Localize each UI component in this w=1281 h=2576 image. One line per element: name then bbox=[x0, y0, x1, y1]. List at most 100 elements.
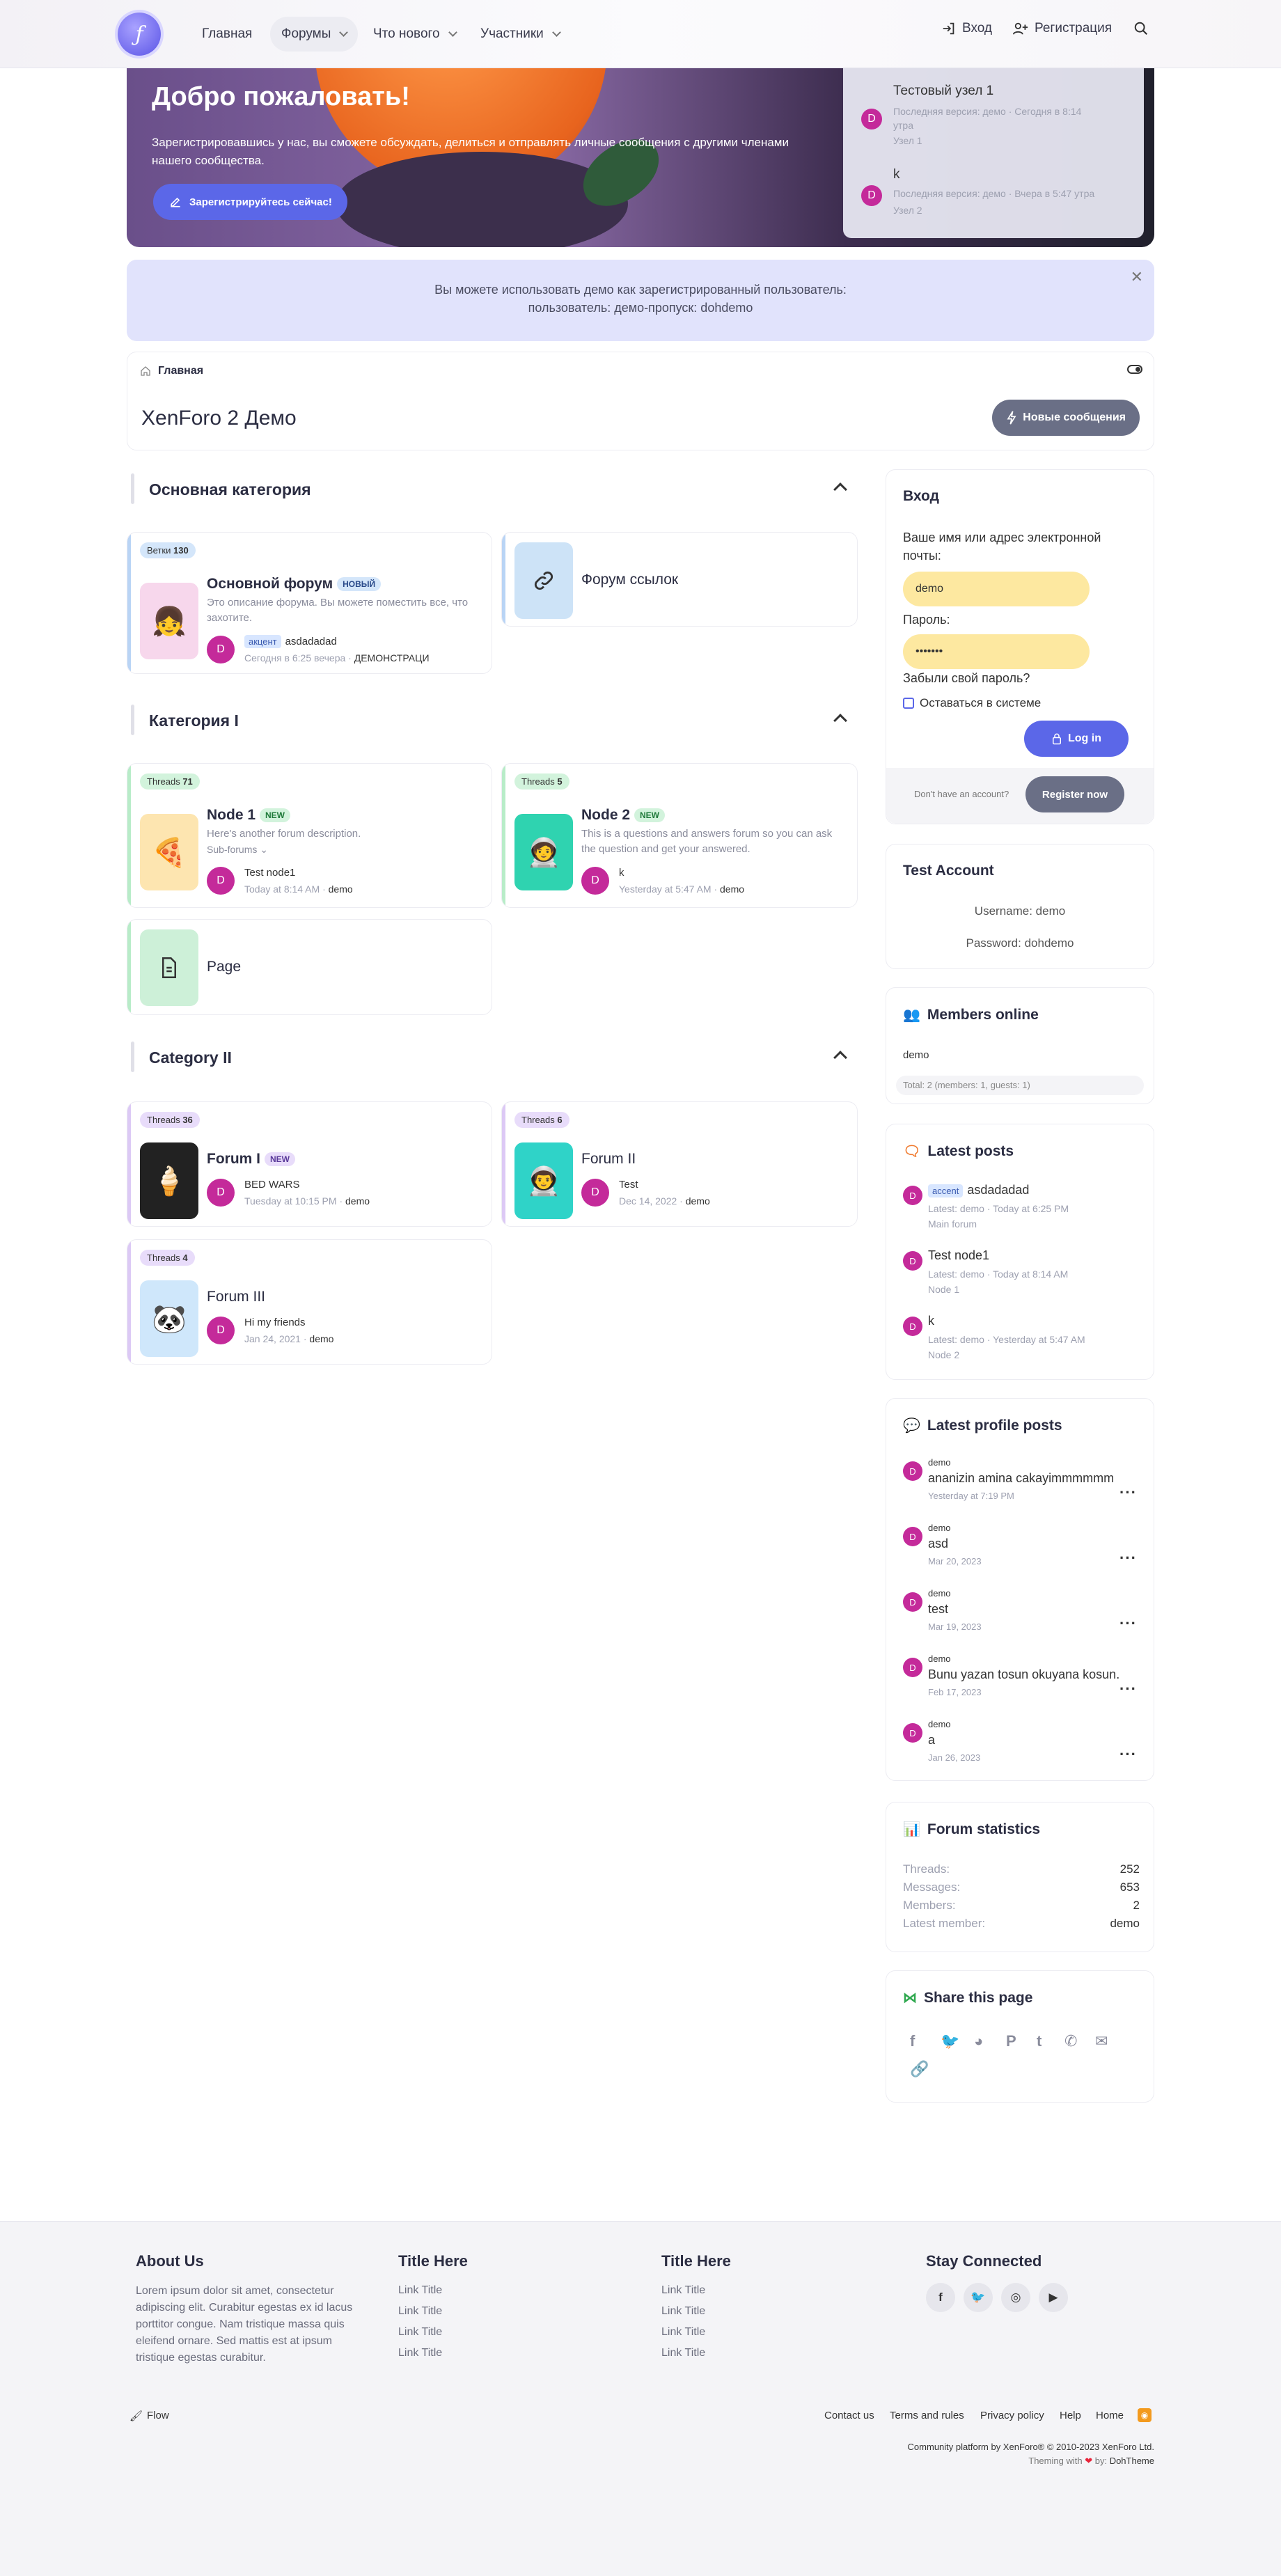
register-now-sidebar-button[interactable]: Register now bbox=[1025, 776, 1124, 812]
footer-link[interactable]: Link Title bbox=[661, 2305, 705, 2318]
style-chooser[interactable]: 🖌 Flow bbox=[129, 2410, 169, 2422]
facebook-icon[interactable]: f bbox=[926, 2283, 955, 2312]
rss-icon[interactable]: ◉ bbox=[1138, 2408, 1152, 2422]
instagram-icon[interactable]: ◎ bbox=[1001, 2283, 1030, 2312]
post-title[interactable]: k bbox=[928, 1314, 934, 1328]
footer-link[interactable]: Link Title bbox=[661, 2347, 705, 2359]
members-online-title[interactable]: Members online bbox=[927, 1007, 1039, 1023]
search-button[interactable] bbox=[1133, 21, 1149, 36]
post-forum[interactable]: Node 2 bbox=[928, 1347, 959, 1362]
post-title[interactable]: accent asdadadad bbox=[928, 1183, 1029, 1197]
footer-link[interactable]: Link Title bbox=[398, 2326, 442, 2339]
avatar[interactable]: D bbox=[903, 1723, 922, 1743]
profile-post-user[interactable]: demo bbox=[928, 1654, 951, 1664]
last-post-title-text[interactable]: asdadadad bbox=[285, 636, 337, 647]
checkbox[interactable] bbox=[903, 698, 914, 709]
hero-item-node[interactable]: Узел 2 bbox=[893, 203, 1123, 217]
avatar[interactable]: D bbox=[903, 1461, 922, 1481]
category-header[interactable]: Категория I bbox=[127, 700, 858, 739]
last-post-title[interactable]: k bbox=[619, 867, 624, 879]
chevron-up-icon[interactable] bbox=[833, 714, 847, 728]
category-title[interactable]: Category II bbox=[149, 1049, 232, 1067]
hero-item-title[interactable]: Тестовый узел 1 bbox=[893, 84, 993, 99]
post-title[interactable]: Test node1 bbox=[928, 1248, 989, 1263]
register-now-button[interactable]: Зарегистрируйтесь сейчас! bbox=[153, 184, 347, 220]
more-options-icon[interactable]: ··· bbox=[1119, 1484, 1137, 1502]
tumblr-icon[interactable]: t bbox=[1037, 2032, 1042, 2050]
category-title[interactable]: Основная категория bbox=[149, 480, 311, 499]
last-post-user[interactable]: ДЕМОНСТРАЦИ bbox=[354, 652, 430, 663]
last-post-title[interactable]: Hi my friends bbox=[244, 1317, 306, 1328]
forum-node[interactable]: Threads 5 🧑‍🚀 Node 2 NEW This is a questi… bbox=[501, 763, 858, 908]
profile-post-user[interactable]: demo bbox=[928, 1588, 951, 1599]
profile-posts-title[interactable]: Latest profile posts bbox=[927, 1417, 1062, 1434]
last-post-user[interactable]: demo bbox=[686, 1195, 710, 1207]
avatar[interactable]: D bbox=[207, 1317, 235, 1344]
link-icon[interactable]: 🔗 bbox=[910, 2060, 929, 2078]
node-title[interactable]: Node 2 NEW bbox=[581, 807, 666, 824]
twitter-icon[interactable]: 🐦 bbox=[941, 2032, 959, 2050]
category-title[interactable]: Категория I bbox=[149, 712, 239, 730]
node-title[interactable]: Forum II bbox=[581, 1151, 636, 1168]
avatar[interactable]: D bbox=[903, 1317, 922, 1336]
register-link[interactable]: Регистрация bbox=[1012, 21, 1112, 36]
avatar[interactable]: D bbox=[903, 1251, 922, 1271]
node-title-text[interactable]: Node 2 bbox=[581, 807, 630, 823]
whatsapp-icon[interactable]: ✆ bbox=[1064, 2032, 1077, 2050]
forum-node[interactable]: Threads 36 🍦 Forum I NEW D BED WARS Tuesd… bbox=[127, 1101, 492, 1227]
node-title-text[interactable]: Основной форум bbox=[207, 576, 333, 592]
avatar[interactable]: D bbox=[581, 1179, 609, 1207]
subforums-label[interactable]: Sub-forums bbox=[207, 844, 257, 855]
profile-post-date[interactable]: Mar 20, 2023 bbox=[928, 1556, 982, 1566]
profile-post-user[interactable]: demo bbox=[928, 1457, 951, 1468]
copyright[interactable]: Community platform by XenForo® © 2010-20… bbox=[835, 2442, 1154, 2452]
avatar[interactable]: D bbox=[861, 185, 882, 206]
page-node[interactable]: Page bbox=[127, 919, 492, 1015]
last-post-title[interactable]: Test node1 bbox=[244, 867, 295, 879]
subforums-toggle[interactable]: Sub-forums ⌄ bbox=[207, 842, 268, 857]
footer-privacy-link[interactable]: Privacy policy bbox=[980, 2410, 1044, 2421]
category-header[interactable]: Category II bbox=[127, 1037, 858, 1076]
last-post-title[interactable]: Test bbox=[619, 1179, 638, 1191]
footer-link[interactable]: Link Title bbox=[661, 2326, 705, 2339]
email-icon[interactable]: ✉ bbox=[1095, 2032, 1108, 2050]
footer-link[interactable]: Link Title bbox=[398, 2347, 442, 2359]
facebook-icon[interactable]: f bbox=[910, 2032, 915, 2050]
profile-post-date[interactable]: Feb 17, 2023 bbox=[928, 1687, 982, 1697]
avatar[interactable]: D bbox=[903, 1658, 922, 1677]
hero-item-node[interactable]: Узел 1 bbox=[893, 134, 1123, 148]
node-title-text[interactable]: Node 1 bbox=[207, 807, 256, 823]
forum-node[interactable]: Threads 6 👨‍🚀 Forum II D Test Dec 14, 20… bbox=[501, 1101, 858, 1227]
avatar[interactable]: D bbox=[903, 1592, 922, 1612]
nav-forums[interactable]: Форумы bbox=[270, 17, 359, 52]
footer-help-link[interactable]: Help bbox=[1060, 2410, 1081, 2421]
last-post-title[interactable]: акцент asdadadad bbox=[244, 635, 337, 648]
forum-node[interactable]: Ветки 130 👧 Основной форум НОВЫЙ Это опис… bbox=[127, 532, 492, 674]
dohtheme-link[interactable]: DohTheme bbox=[1110, 2456, 1154, 2466]
forum-node[interactable]: Threads 4 🐼 Forum III D Hi my friends Ja… bbox=[127, 1239, 492, 1365]
more-options-icon[interactable]: ··· bbox=[1119, 1549, 1137, 1567]
node-title[interactable]: Page bbox=[207, 959, 241, 975]
avatar[interactable]: D bbox=[903, 1186, 922, 1205]
footer-link[interactable]: Link Title bbox=[398, 2284, 442, 2297]
breadcrumb[interactable]: Главная bbox=[140, 365, 203, 377]
last-post-user[interactable]: demo bbox=[345, 1195, 370, 1207]
nav-members[interactable]: Участники bbox=[469, 17, 571, 52]
avatar[interactable]: D bbox=[861, 109, 882, 129]
node-title[interactable]: Форум ссылок bbox=[581, 572, 678, 588]
profile-post-user[interactable]: demo bbox=[928, 1523, 951, 1533]
node-title[interactable]: Node 1 NEW bbox=[207, 807, 291, 824]
avatar[interactable]: D bbox=[207, 636, 235, 663]
chevron-up-icon[interactable] bbox=[833, 482, 847, 496]
password-field[interactable]: ••••••• bbox=[903, 634, 1090, 669]
chevron-up-icon[interactable] bbox=[833, 1051, 847, 1065]
node-title-text[interactable]: Forum I bbox=[207, 1151, 260, 1167]
youtube-icon[interactable]: ▶ bbox=[1039, 2283, 1068, 2312]
members-online-header[interactable]: 👥 Members online bbox=[903, 1006, 1039, 1023]
reddit-icon[interactable]: ◕ bbox=[974, 2032, 983, 2050]
pinterest-icon[interactable]: P bbox=[1006, 2032, 1016, 2050]
profile-posts-header[interactable]: 💬 Latest profile posts bbox=[903, 1417, 1062, 1434]
avatar[interactable]: D bbox=[903, 1527, 922, 1546]
profile-post-date[interactable]: Yesterday at 7:19 PM bbox=[928, 1491, 1014, 1501]
more-options-icon[interactable]: ··· bbox=[1119, 1745, 1137, 1764]
